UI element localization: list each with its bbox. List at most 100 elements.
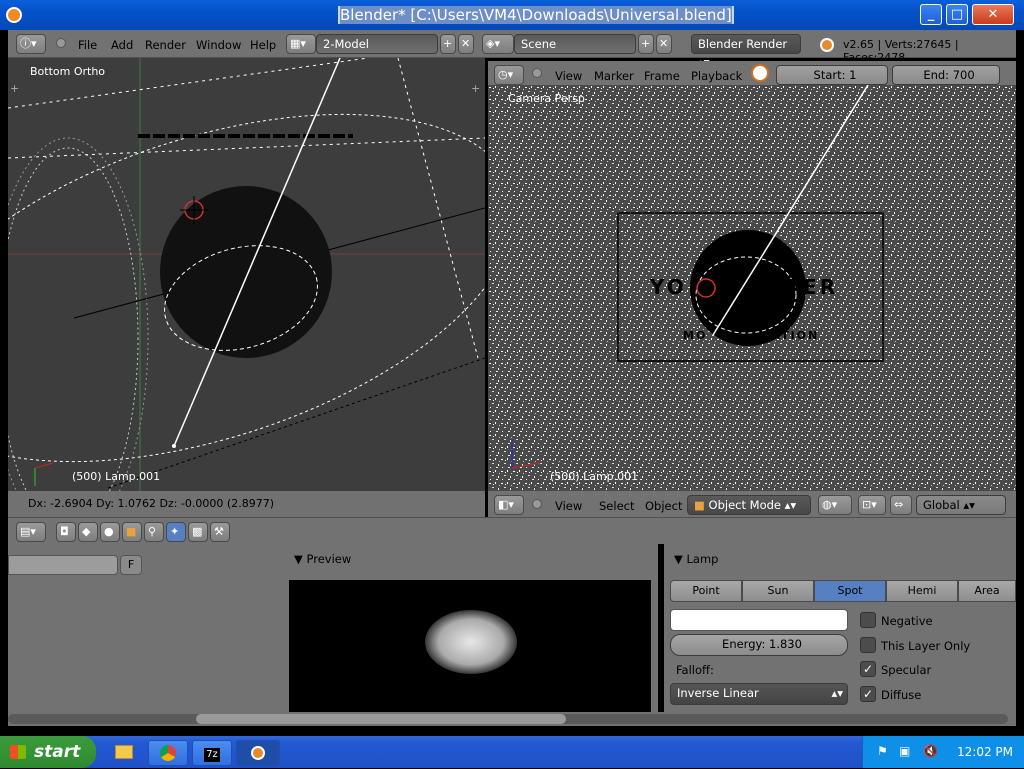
left-3d-viewport[interactable]: Bottom Ortho (500) Lamp.001 + +	[8, 58, 485, 491]
delete-screen-button[interactable]: ✕	[458, 34, 474, 54]
add-screen-button[interactable]: +	[440, 34, 456, 54]
properties-toggle-icon[interactable]: +	[471, 82, 480, 95]
screen-layout-field[interactable]: 2-Model	[316, 34, 438, 54]
lamp-data-tab-icon[interactable]: ✦	[166, 522, 186, 542]
lamp-preview-image	[289, 580, 651, 716]
folder-icon[interactable]	[104, 740, 144, 766]
delete-scene-button[interactable]: ✕	[656, 34, 672, 54]
7zip-icon[interactable]: 7z	[192, 740, 232, 766]
viewport-shading-button[interactable]: ◍▾	[818, 495, 852, 515]
viewport-scene	[8, 58, 485, 491]
close-button[interactable]: ✕	[972, 4, 1014, 25]
menu-help[interactable]: Help	[250, 38, 276, 52]
timeline-editor-type[interactable]: ◷▾	[494, 65, 524, 85]
blender-logo-icon	[6, 7, 22, 23]
collapse-menus-icon[interactable]	[56, 38, 66, 48]
properties-editor-type[interactable]: ▤▾	[16, 522, 46, 542]
network-icon[interactable]: ▣	[899, 744, 910, 758]
horizontal-scrollbar-thumb[interactable]	[196, 714, 566, 724]
lamp-type-hemi[interactable]: Hemi	[886, 580, 958, 602]
collapse-menus-icon[interactable]	[532, 499, 542, 509]
preview-panel-title[interactable]: ▼ Preview	[294, 552, 351, 566]
context-tabs: ◘ ◆ ● ■ ⚲ ✦ ▩ ⚒	[56, 522, 230, 542]
3dview-menu-object[interactable]: Object	[645, 499, 682, 513]
constraints-tab-icon[interactable]: ⚲	[144, 522, 164, 542]
info-header: ⓘ▾ File Add Render Window Help ▦▾ 2-Mode…	[8, 30, 1016, 69]
lamp-panel-title[interactable]: ▼ Lamp	[674, 552, 718, 566]
object-tab-icon[interactable]: ■	[122, 522, 142, 542]
scene-field[interactable]: Scene	[514, 34, 636, 54]
interaction-mode-select[interactable]: ■ Object Mode ▴▾	[687, 495, 811, 515]
render-tab-icon[interactable]: ◘	[56, 522, 76, 542]
blender-icon[interactable]	[236, 740, 280, 766]
screen-layout-icon[interactable]: ▦▾	[286, 34, 316, 54]
specular-checkbox[interactable]: ✓	[860, 661, 876, 677]
system-tray: ⚑ ▣ 🔇 12:02 PM	[862, 736, 1024, 768]
name-field[interactable]	[8, 555, 118, 575]
editor-type-button[interactable]: ⓘ▾	[16, 34, 46, 54]
timeline-header: ◷▾ View Marker Frame Playback Start: 1 E…	[488, 61, 1016, 85]
preview-panel: ▼ Preview	[286, 544, 658, 716]
menu-file[interactable]: File	[78, 38, 97, 52]
lamp-type-spot[interactable]: Spot	[814, 580, 886, 602]
manipulator-button[interactable]: ⇔	[890, 495, 912, 515]
menu-window[interactable]: Window	[196, 38, 241, 52]
pivot-point-button[interactable]: ⊡▾	[858, 495, 886, 515]
diffuse-checkbox[interactable]: ✓	[860, 686, 876, 702]
timeline-menu-marker[interactable]: Marker	[594, 69, 634, 83]
world-tab-icon[interactable]: ●	[100, 522, 120, 542]
falloff-select[interactable]: Inverse Linear ▴▾	[670, 683, 848, 705]
physics-tab-icon[interactable]: ⚒	[210, 522, 230, 542]
right-3d-viewport[interactable]: YO TER MO ATION Camera Persp (500) Lamp.…	[488, 85, 1016, 491]
timeline-menu-playback[interactable]: Playback	[691, 69, 742, 83]
lamp-type-area[interactable]: Area	[958, 580, 1016, 602]
active-object-label: (500) Lamp.001	[550, 470, 639, 483]
maximize-button[interactable]: □	[946, 4, 968, 25]
3dview-menu-view[interactable]: View	[555, 499, 582, 513]
3dview-editor-type[interactable]: ◧▾	[494, 495, 524, 515]
fake-user-button[interactable]: F	[120, 555, 142, 575]
preview-range-icon[interactable]	[751, 64, 769, 82]
horizontal-scrollbar-track[interactable]	[8, 712, 1016, 726]
flag-icon[interactable]: ⚑	[877, 744, 888, 758]
lamp-type-point[interactable]: Point	[670, 580, 742, 602]
negative-checkbox[interactable]	[860, 612, 876, 628]
start-frame-field[interactable]: Start: 1	[776, 65, 888, 85]
cube-icon: ■	[694, 498, 705, 512]
add-scene-button[interactable]: +	[638, 34, 654, 54]
3dview-menu-select[interactable]: Select	[599, 499, 634, 513]
menu-render[interactable]: Render	[145, 38, 186, 52]
falloff-label: Falloff:	[676, 663, 714, 677]
blender-logo-icon	[820, 38, 834, 52]
transform-status: Dx: -2.6904 Dy: 1.0762 Dz: -0.0000 (2.89…	[8, 491, 485, 517]
minimize-button[interactable]: _	[920, 4, 942, 25]
toolshelf-toggle-icon[interactable]: +	[10, 82, 19, 95]
start-button[interactable]: start	[0, 736, 96, 768]
texture-tab-icon[interactable]: ▩	[188, 522, 208, 542]
clock[interactable]: 12:02 PM	[957, 745, 1013, 759]
scene-tab-icon[interactable]: ◆	[78, 522, 98, 542]
spot-light-glow	[425, 610, 517, 674]
menu-add[interactable]: Add	[111, 38, 133, 52]
timeline-menu-frame[interactable]: Frame	[644, 69, 680, 83]
render-engine-select[interactable]: Blender Render ▴▾	[691, 34, 801, 69]
timeline-menu-view[interactable]: View	[555, 69, 582, 83]
collapse-menus-icon[interactable]	[532, 68, 542, 78]
volume-muted-icon[interactable]: 🔇	[923, 744, 938, 758]
lamp-type-sun[interactable]: Sun	[742, 580, 814, 602]
properties-left-panel: F	[8, 544, 286, 716]
this-layer-only-label: This Layer Only	[881, 639, 971, 653]
this-layer-only-checkbox[interactable]	[860, 637, 876, 653]
camera-subtitle-text: MO ATION	[683, 329, 820, 342]
transform-orientation-select[interactable]: Global ▴▾	[916, 495, 1006, 515]
window-title: Blender* [C:\Users\VM4\Downloads\Univers…	[338, 6, 734, 24]
chrome-icon[interactable]	[148, 740, 188, 766]
negative-label: Negative	[881, 614, 933, 628]
end-frame-field[interactable]: End: 700	[892, 65, 1000, 85]
specular-label: Specular	[881, 663, 932, 677]
energy-slider[interactable]: Energy: 1.830	[670, 634, 848, 656]
window-titlebar[interactable]: Blender* [C:\Users\VM4\Downloads\Univers…	[0, 0, 1024, 30]
scene-icon[interactable]: ◈▾	[482, 34, 514, 54]
lamp-color-swatch[interactable]	[670, 609, 848, 631]
active-object-label: (500) Lamp.001	[72, 470, 161, 483]
